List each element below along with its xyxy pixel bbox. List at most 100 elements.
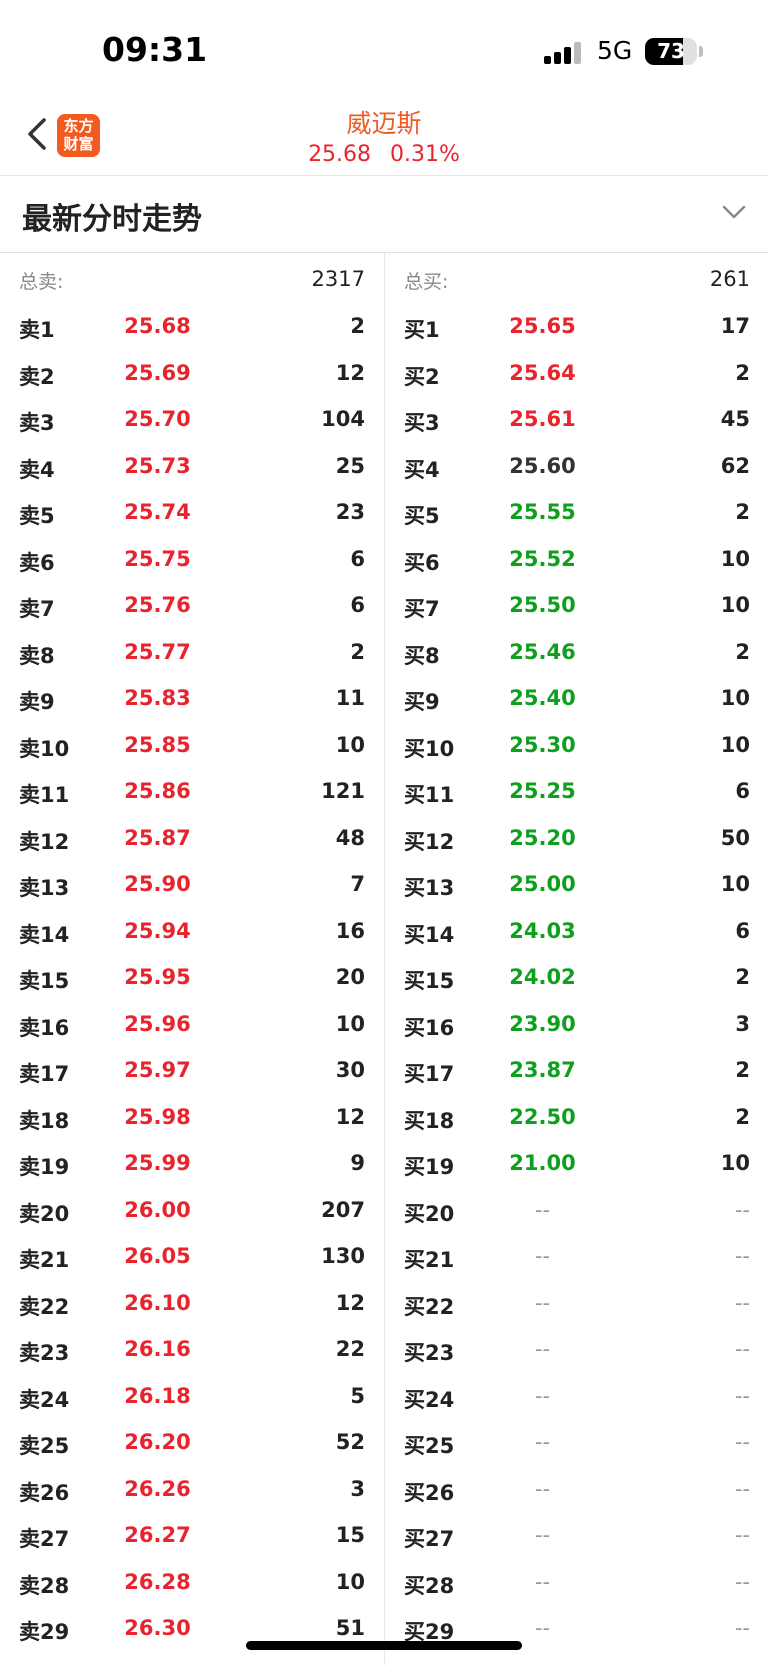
sell-level-price: 26.20 bbox=[124, 1430, 191, 1454]
buy-order-row[interactable]: 买9 25.40 10 bbox=[385, 676, 768, 723]
sell-level-volume: 121 bbox=[321, 779, 365, 803]
buy-order-row[interactable]: 买3 25.61 45 bbox=[385, 397, 768, 444]
buy-order-row[interactable]: 买1 25.65 17 bbox=[385, 304, 768, 351]
buy-order-row[interactable]: 买15 24.02 2 bbox=[385, 955, 768, 1002]
sell-order-row[interactable]: 卖14 25.94 16 bbox=[0, 909, 384, 956]
sell-order-row[interactable]: 卖22 26.10 12 bbox=[0, 1281, 384, 1328]
buy-level-label: 买25 bbox=[404, 1434, 455, 1458]
sell-order-row[interactable]: 卖16 25.96 10 bbox=[0, 1002, 384, 1049]
buy-order-row[interactable]: 买24 -- -- bbox=[385, 1374, 768, 1421]
buy-order-row[interactable]: 买27 -- -- bbox=[385, 1513, 768, 1560]
buy-total-value: 261 bbox=[709, 267, 750, 291]
buy-order-row[interactable]: 买2 25.64 2 bbox=[385, 351, 768, 398]
buy-level-volume: 50 bbox=[720, 825, 750, 850]
cellular-signal-icon bbox=[544, 40, 586, 64]
buy-level-volume: 45 bbox=[720, 407, 750, 431]
buy-order-row[interactable]: 买6 25.52 10 bbox=[385, 537, 768, 584]
stock-change-pct: 0.31% bbox=[390, 142, 460, 167]
sell-order-row[interactable]: 卖8 25.77 2 bbox=[0, 630, 384, 677]
buy-order-row[interactable]: 买19 21.00 10 bbox=[385, 1141, 768, 1188]
buy-order-row[interactable]: 买13 25.00 10 bbox=[385, 862, 768, 909]
sell-order-row[interactable]: 卖28 26.28 10 bbox=[0, 1560, 384, 1607]
buy-level-label: 买1 bbox=[404, 318, 440, 342]
buy-order-row[interactable]: 买18 22.50 2 bbox=[385, 1095, 768, 1142]
buy-order-row[interactable]: 买25 -- -- bbox=[385, 1420, 768, 1467]
buy-order-row[interactable]: 买7 25.50 10 bbox=[385, 583, 768, 630]
sell-order-row[interactable]: 卖13 25.90 7 bbox=[0, 862, 384, 909]
sell-level-volume: 15 bbox=[335, 1523, 365, 1547]
sell-order-row[interactable]: 卖11 25.86 121 bbox=[0, 769, 384, 816]
sell-level-price: 25.74 bbox=[124, 500, 191, 524]
stock-price: 25.68 bbox=[308, 142, 372, 167]
sell-order-row[interactable]: 卖9 25.83 11 bbox=[0, 676, 384, 723]
sell-order-row[interactable]: 卖26 26.26 3 bbox=[0, 1467, 384, 1514]
sell-order-row[interactable]: 卖21 26.05 130 bbox=[0, 1234, 384, 1281]
buy-order-row[interactable]: 买14 24.03 6 bbox=[385, 909, 768, 956]
sell-order-row[interactable]: 卖3 25.70 104 bbox=[0, 397, 384, 444]
trend-section-header[interactable]: 最新分时走势 bbox=[0, 176, 768, 253]
buy-order-row[interactable]: 买22 -- -- bbox=[385, 1281, 768, 1328]
buy-order-row[interactable]: 买16 23.90 3 bbox=[385, 1002, 768, 1049]
network-type: 5G bbox=[597, 36, 633, 65]
sell-level-price: 25.86 bbox=[124, 779, 191, 803]
buy-order-row[interactable]: 买26 -- -- bbox=[385, 1467, 768, 1514]
buy-order-row[interactable]: 买11 25.25 6 bbox=[385, 769, 768, 816]
buy-level-price: -- bbox=[534, 1290, 551, 1315]
sell-level-label: 卖8 bbox=[19, 643, 55, 668]
sell-level-label: 卖24 bbox=[19, 1387, 70, 1412]
sell-level-price: 26.26 bbox=[124, 1476, 191, 1501]
sell-level-label: 卖1 bbox=[19, 318, 55, 342]
buy-level-volume: 2 bbox=[735, 500, 750, 524]
sell-order-row[interactable]: 卖2 25.69 12 bbox=[0, 351, 384, 398]
sell-order-row[interactable]: 卖17 25.97 30 bbox=[0, 1048, 384, 1095]
sell-order-row[interactable]: 卖15 25.95 20 bbox=[0, 955, 384, 1002]
chevron-down-icon[interactable] bbox=[720, 198, 748, 226]
sell-level-volume: 10 bbox=[335, 1011, 365, 1036]
sell-level-price: 25.95 bbox=[124, 965, 191, 989]
sell-order-row[interactable]: 卖24 26.18 5 bbox=[0, 1374, 384, 1421]
sell-order-row[interactable]: 卖4 25.73 25 bbox=[0, 444, 384, 491]
sell-order-row[interactable]: 卖18 25.98 12 bbox=[0, 1095, 384, 1142]
sell-level-price: 25.99 bbox=[124, 1151, 191, 1175]
buy-order-row[interactable]: 买17 23.87 2 bbox=[385, 1048, 768, 1095]
sell-order-row[interactable]: 卖20 26.00 207 bbox=[0, 1188, 384, 1235]
sell-level-label: 卖10 bbox=[19, 736, 70, 761]
buy-level-volume: 10 bbox=[720, 1151, 750, 1175]
sell-order-row[interactable]: 卖25 26.20 52 bbox=[0, 1420, 384, 1467]
buy-level-label: 买5 bbox=[404, 504, 440, 528]
buy-order-row[interactable]: 买12 25.20 50 bbox=[385, 816, 768, 863]
sell-order-row[interactable]: 卖27 26.27 15 bbox=[0, 1513, 384, 1560]
sell-level-price: 25.75 bbox=[124, 546, 191, 571]
order-book: 总卖: 2317 卖1 25.68 2 卖2 25.69 12 卖3 25.70 104 卖4 25… bbox=[0, 253, 768, 1665]
buy-order-row[interactable]: 买28 -- -- bbox=[385, 1560, 768, 1607]
sell-order-row[interactable]: 卖23 26.16 22 bbox=[0, 1327, 384, 1374]
buy-level-label: 买9 bbox=[404, 690, 440, 714]
sell-level-volume: 48 bbox=[335, 825, 365, 850]
sell-level-price: 25.85 bbox=[124, 732, 191, 757]
buy-order-row[interactable]: 买5 25.55 2 bbox=[385, 490, 768, 537]
buy-order-row[interactable]: 买8 25.46 2 bbox=[385, 630, 768, 677]
buy-order-row[interactable]: 买23 -- -- bbox=[385, 1327, 768, 1374]
buy-order-row[interactable]: 买20 -- -- bbox=[385, 1188, 768, 1235]
sell-level-volume: 3 bbox=[350, 1476, 365, 1501]
sell-order-row[interactable]: 卖10 25.85 10 bbox=[0, 723, 384, 770]
buy-order-row[interactable]: 买21 -- -- bbox=[385, 1234, 768, 1281]
sell-level-price: 26.00 bbox=[124, 1197, 191, 1222]
sell-order-row[interactable]: 卖7 25.76 6 bbox=[0, 583, 384, 630]
sell-order-row[interactable]: 卖1 25.68 2 bbox=[0, 304, 384, 351]
buy-order-row[interactable]: 买4 25.60 62 bbox=[385, 444, 768, 491]
sell-order-row[interactable]: 卖5 25.74 23 bbox=[0, 490, 384, 537]
buy-order-row[interactable]: 买10 25.30 10 bbox=[385, 723, 768, 770]
sell-level-price: 26.28 bbox=[124, 1569, 191, 1594]
sell-order-row[interactable]: 卖19 25.99 9 bbox=[0, 1141, 384, 1188]
buy-level-volume: 10 bbox=[720, 546, 750, 571]
sell-level-price: 25.69 bbox=[124, 360, 191, 385]
buy-level-volume: 62 bbox=[720, 453, 750, 478]
buy-level-price: -- bbox=[534, 1476, 551, 1501]
sell-total: 总卖: 2317 bbox=[0, 267, 384, 299]
buy-level-volume: 2 bbox=[735, 639, 750, 664]
sell-level-label: 卖25 bbox=[19, 1434, 70, 1458]
sell-order-row[interactable]: 卖6 25.75 6 bbox=[0, 537, 384, 584]
sell-level-label: 卖7 bbox=[19, 597, 55, 621]
sell-order-row[interactable]: 卖12 25.87 48 bbox=[0, 816, 384, 863]
